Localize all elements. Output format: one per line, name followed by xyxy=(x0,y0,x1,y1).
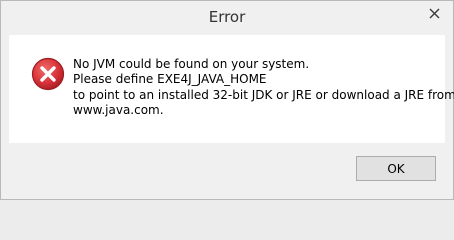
error-icon xyxy=(31,57,65,91)
message-line: www.java.com. xyxy=(73,102,164,117)
button-bar: OK xyxy=(9,143,445,191)
close-icon xyxy=(429,8,439,18)
window-title: Error xyxy=(208,8,246,26)
title-bar: Error xyxy=(1,1,453,34)
message-line: No JVM could be found on your system. xyxy=(73,57,310,71)
close-button[interactable] xyxy=(421,3,447,23)
error-dialog: Error No JVM could be found on your syst… xyxy=(0,0,454,200)
message-line: Please define EXE4J_JAVA_HOME xyxy=(73,72,267,87)
error-message: No JVM could be found on your system. Pl… xyxy=(73,57,454,118)
ok-button[interactable]: OK xyxy=(356,156,436,181)
dialog-content: No JVM could be found on your system. Pl… xyxy=(9,35,454,143)
message-line: to point to an installed 32-bit JDK or J… xyxy=(73,87,454,102)
